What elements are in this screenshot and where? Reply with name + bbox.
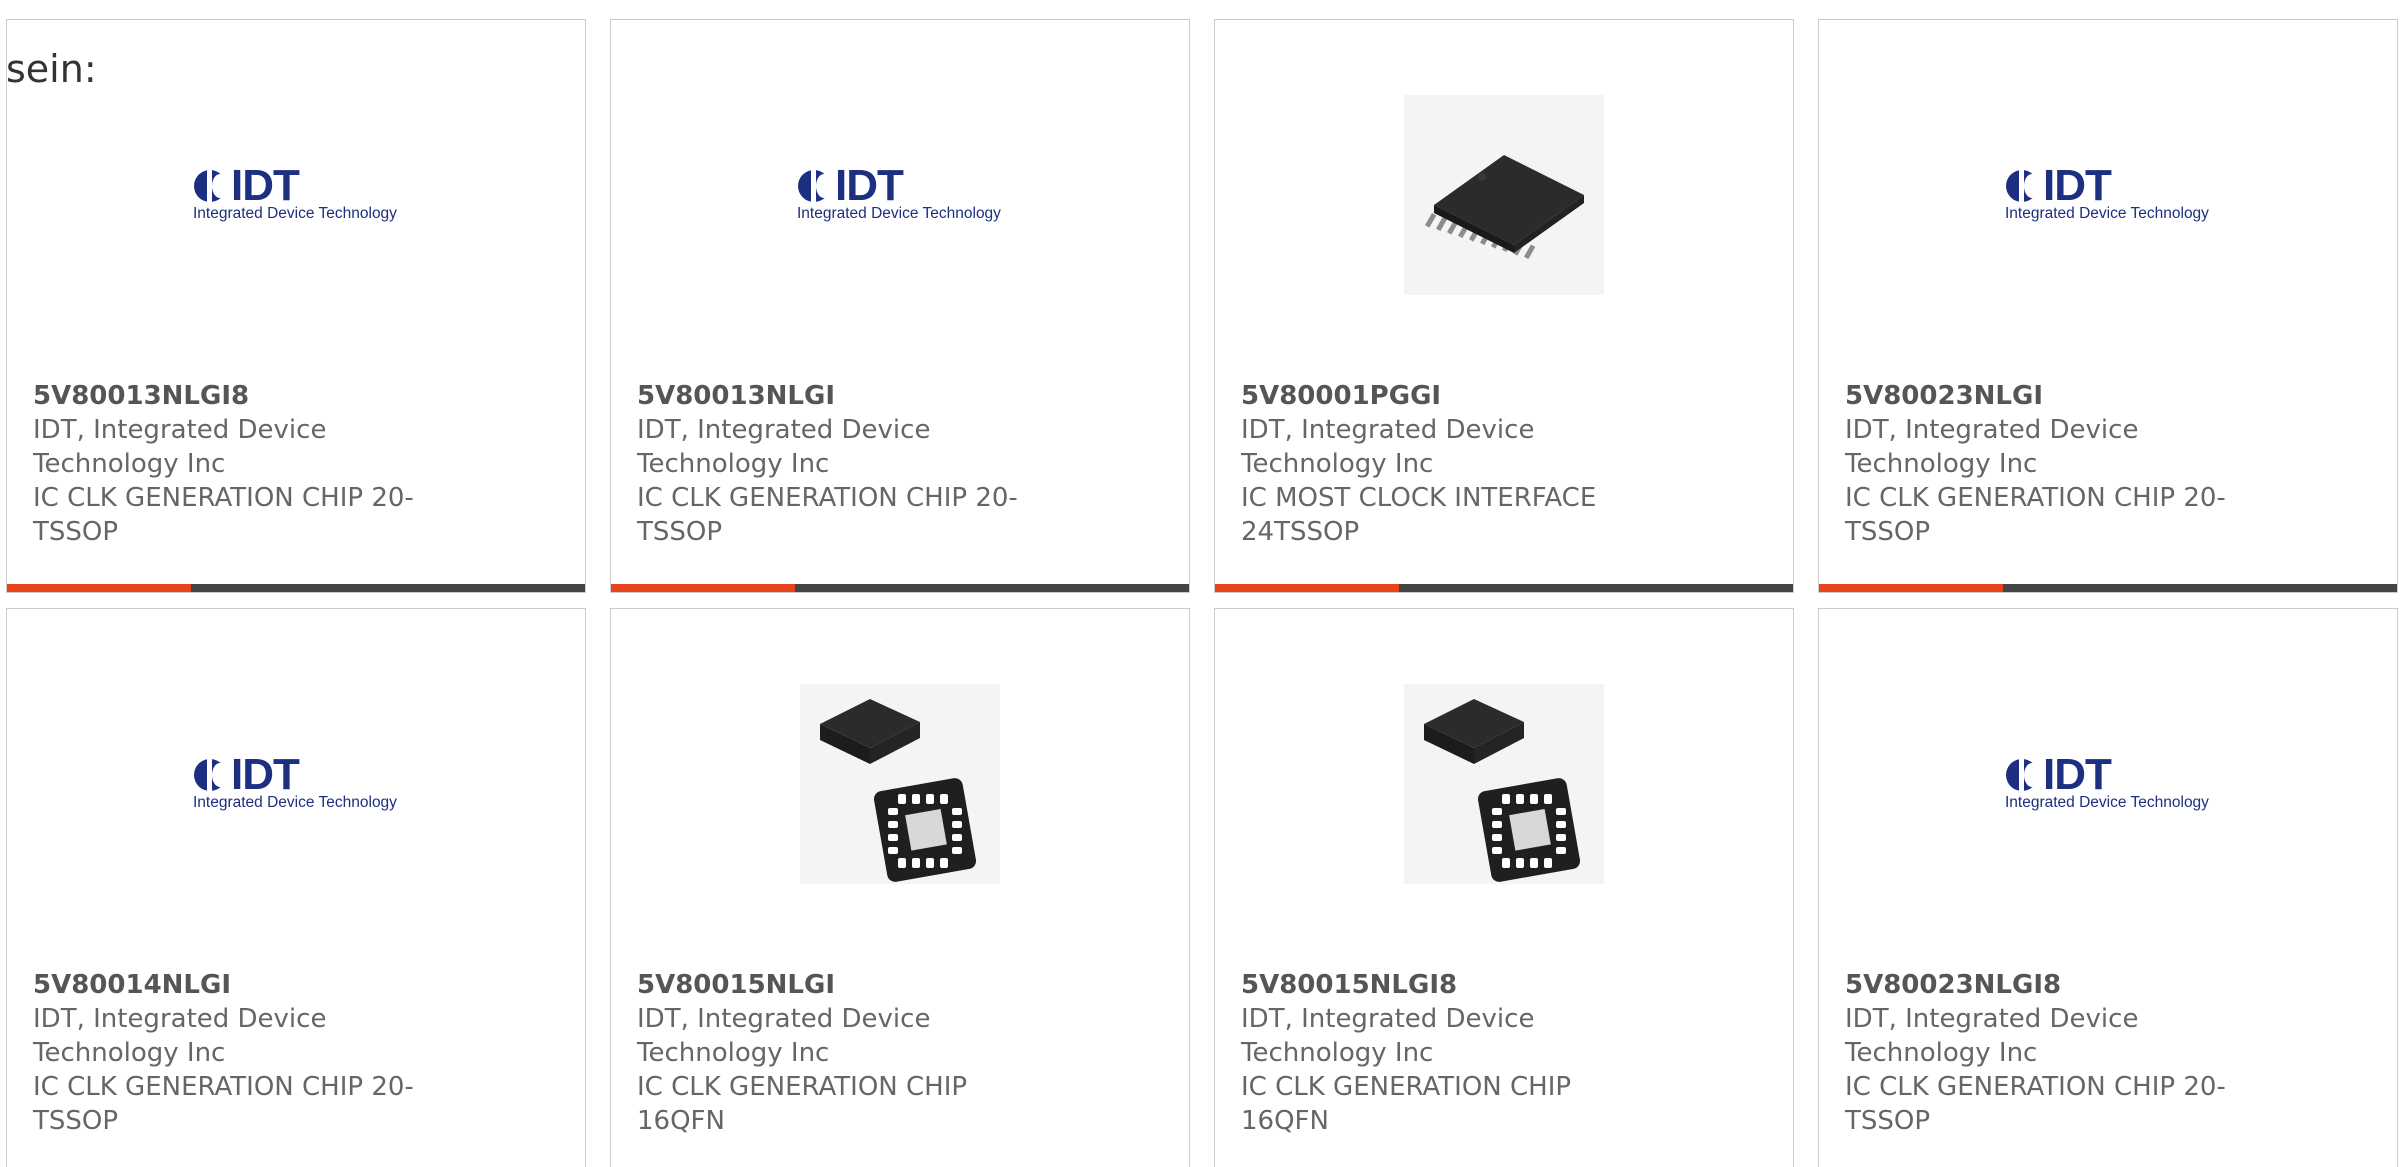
product-image[interactable]: IDT Integrated Device Technology [611, 90, 1189, 300]
product-card[interactable]: 5V80015NLGI IDT, Integrated Device Techno… [610, 608, 1190, 1167]
card-footer-accent [611, 584, 795, 592]
product-description: IC CLK GENERATION CHIP 20-TSSOP [1845, 1072, 2226, 1136]
idt-logo: IDT Integrated Device Technology [191, 750, 401, 814]
idt-logo-tagline: Integrated Device Technology [193, 794, 397, 811]
product-info: 5V80013NLGI8 IDT, Integrated Device Techn… [33, 379, 453, 549]
idt-logo-tagline: Integrated Device Technology [2005, 794, 2209, 811]
product-description: IC MOST CLOCK INTERFACE 24TSSOP [1241, 483, 1597, 547]
product-description: IC CLK GENERATION CHIP 20-TSSOP [1845, 483, 2226, 547]
product-part-number[interactable]: 5V80023NLGI8 [1845, 968, 2265, 1002]
product-manufacturer: IDT, Integrated Device Technology Inc [637, 1004, 931, 1068]
product-manufacturer: IDT, Integrated Device Technology Inc [33, 415, 327, 479]
card-footer-accent [7, 584, 191, 592]
idt-logo-wordmark: IDT [835, 161, 904, 210]
intro-text: sein: [6, 47, 97, 91]
product-description: IC CLK GENERATION CHIP 20-TSSOP [33, 483, 414, 547]
product-image[interactable]: IDT Integrated Device Technology [1819, 90, 2397, 300]
product-image[interactable]: IDT Integrated Device Technology [7, 679, 585, 889]
product-card[interactable]: IDT Integrated Device Technology 5V80023NL… [1818, 608, 2398, 1167]
product-info: 5V80014NLGI IDT, Integrated Device Techno… [33, 968, 453, 1138]
product-part-number[interactable]: 5V80013NLGI [637, 379, 1057, 413]
qfn-chip-image [800, 684, 1000, 884]
idt-logo-wordmark: IDT [2043, 750, 2112, 799]
product-info: 5V80001PGGI IDT, Integrated Device Techno… [1241, 379, 1661, 549]
product-image[interactable] [1215, 679, 1793, 889]
product-part-number[interactable]: 5V80023NLGI [1845, 379, 2265, 413]
product-part-number[interactable]: 5V80013NLGI8 [33, 379, 453, 413]
product-image[interactable]: IDT Integrated Device Technology [7, 90, 585, 300]
card-footer-accent [1819, 584, 2003, 592]
idt-logo-tagline: Integrated Device Technology [2005, 205, 2209, 222]
idt-logo-tagline: Integrated Device Technology [797, 205, 1001, 222]
product-description: IC CLK GENERATION CHIP 16QFN [637, 1072, 968, 1136]
product-manufacturer: IDT, Integrated Device Technology Inc [637, 415, 931, 479]
product-image[interactable] [1215, 90, 1793, 300]
idt-logo: IDT Integrated Device Technology [191, 161, 401, 225]
product-card[interactable]: IDT Integrated Device Technology 5V80023NL… [1818, 19, 2398, 593]
idt-logo-wordmark: IDT [231, 750, 300, 799]
product-card[interactable]: IDT Integrated Device Technology 5V80014NL… [6, 608, 586, 1167]
product-description: IC CLK GENERATION CHIP 16QFN [1241, 1072, 1572, 1136]
product-description: IC CLK GENERATION CHIP 20-TSSOP [637, 483, 1018, 547]
product-description: IC CLK GENERATION CHIP 20-TSSOP [33, 1072, 414, 1136]
product-grid-page: sein: IDT Integrated Device Technology 5V8… [0, 0, 2400, 1167]
product-card[interactable]: IDT Integrated Device Technology 5V80013NL… [610, 19, 1190, 593]
idt-logo-mark-icon [2005, 758, 2045, 792]
product-info: 5V80023NLGI IDT, Integrated Device Techno… [1845, 379, 2265, 549]
idt-logo-tagline: Integrated Device Technology [193, 205, 397, 222]
product-part-number[interactable]: 5V80015NLGI8 [1241, 968, 1661, 1002]
card-footer-bar [611, 584, 1189, 592]
product-info: 5V80015NLGI IDT, Integrated Device Techno… [637, 968, 1057, 1138]
product-manufacturer: IDT, Integrated Device Technology Inc [1241, 1004, 1535, 1068]
product-part-number[interactable]: 5V80014NLGI [33, 968, 453, 1002]
card-footer-accent [1215, 584, 1399, 592]
product-card[interactable]: 5V80001PGGI IDT, Integrated Device Techno… [1214, 19, 1794, 593]
product-manufacturer: IDT, Integrated Device Technology Inc [1241, 415, 1535, 479]
product-card[interactable]: 5V80015NLGI8 IDT, Integrated Device Techn… [1214, 608, 1794, 1167]
product-image[interactable]: IDT Integrated Device Technology [1819, 679, 2397, 889]
idt-logo: IDT Integrated Device Technology [795, 161, 1005, 225]
card-footer-bar [7, 584, 585, 592]
product-image[interactable] [611, 679, 1189, 889]
product-manufacturer: IDT, Integrated Device Technology Inc [1845, 1004, 2139, 1068]
idt-logo-wordmark: IDT [2043, 161, 2112, 210]
qfn-chip-image [1404, 684, 1604, 884]
idt-logo-wordmark: IDT [231, 161, 300, 210]
product-info: 5V80015NLGI8 IDT, Integrated Device Techn… [1241, 968, 1661, 1138]
tssop-chip-image [1404, 95, 1604, 295]
product-info: 5V80023NLGI8 IDT, Integrated Device Techn… [1845, 968, 2265, 1138]
product-part-number[interactable]: 5V80015NLGI [637, 968, 1057, 1002]
idt-logo-mark-icon [797, 169, 837, 203]
product-manufacturer: IDT, Integrated Device Technology Inc [33, 1004, 327, 1068]
idt-logo-mark-icon [2005, 169, 2045, 203]
idt-logo: IDT Integrated Device Technology [2003, 750, 2213, 814]
product-manufacturer: IDT, Integrated Device Technology Inc [1845, 415, 2139, 479]
card-footer-bar [1819, 584, 2397, 592]
product-card[interactable]: IDT Integrated Device Technology 5V80013NL… [6, 19, 586, 593]
idt-logo-mark-icon [193, 169, 233, 203]
idt-logo: IDT Integrated Device Technology [2003, 161, 2213, 225]
idt-logo-mark-icon [193, 758, 233, 792]
product-info: 5V80013NLGI IDT, Integrated Device Techno… [637, 379, 1057, 549]
product-part-number[interactable]: 5V80001PGGI [1241, 379, 1661, 413]
card-footer-bar [1215, 584, 1793, 592]
